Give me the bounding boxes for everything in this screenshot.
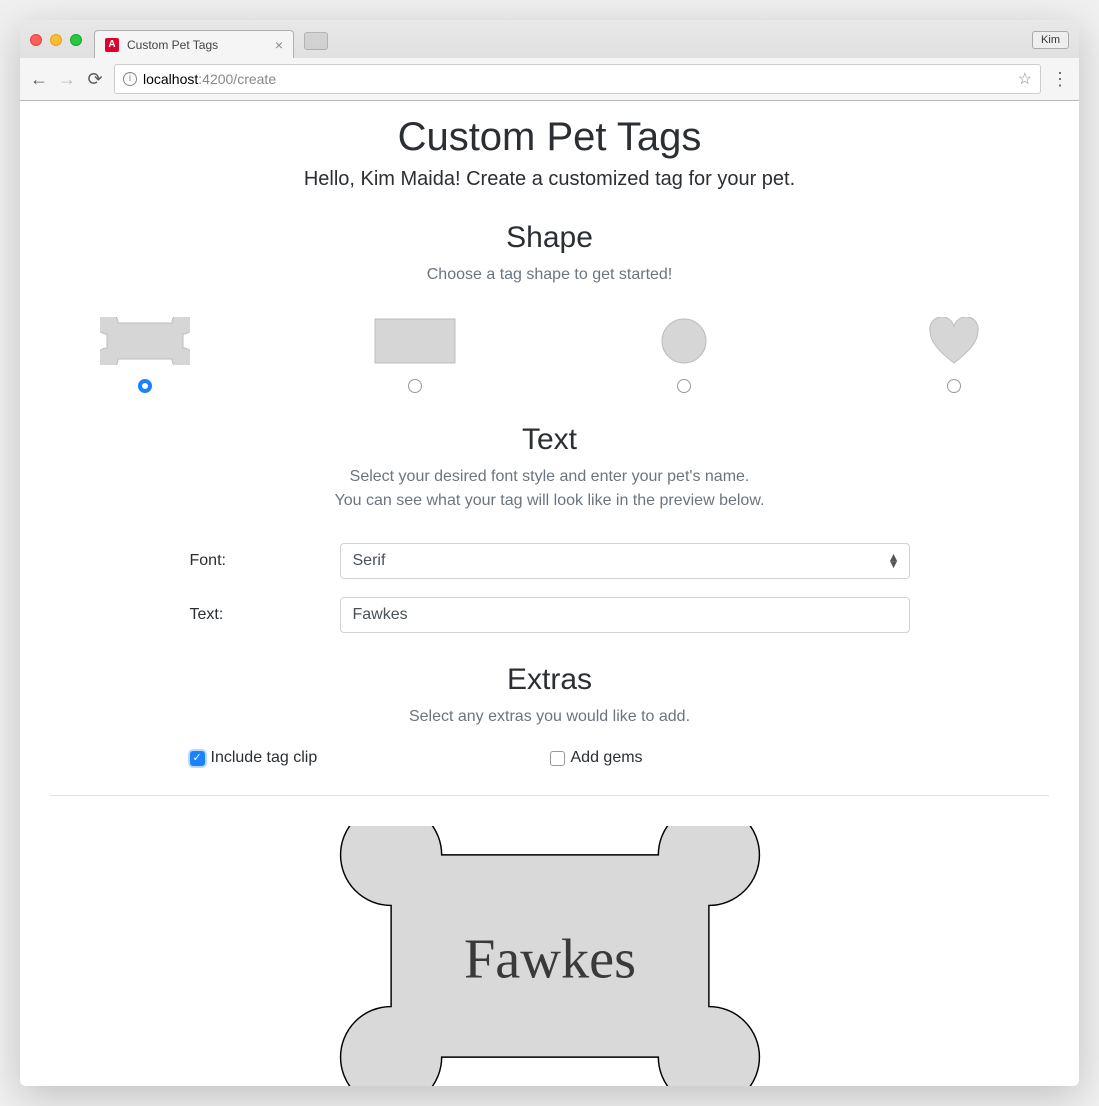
close-tab-icon[interactable]: × xyxy=(275,37,283,53)
shape-radio-circle[interactable] xyxy=(677,379,691,393)
shape-radio-heart[interactable] xyxy=(947,379,961,393)
shape-option-rectangle[interactable] xyxy=(370,317,460,393)
shape-option-circle[interactable] xyxy=(639,317,729,393)
back-button[interactable]: ← xyxy=(30,70,48,88)
shape-section-desc: Choose a tag shape to get started! xyxy=(50,263,1049,287)
font-row: Font: Serif ▲▼ xyxy=(190,543,910,579)
shape-option-bone[interactable] xyxy=(100,317,190,393)
text-desc-line2: You can see what your tag will look like… xyxy=(335,492,765,509)
minimize-window-icon[interactable] xyxy=(50,34,62,46)
text-section-title: Text xyxy=(50,423,1049,457)
font-select[interactable]: Serif xyxy=(340,543,910,579)
address-bar[interactable]: i localhost:4200/create ☆ xyxy=(114,64,1041,94)
tag-preview: Fawkes xyxy=(50,826,1049,1086)
shape-options-row xyxy=(100,317,999,393)
text-label: Text: xyxy=(190,606,340,624)
extra-tag-clip[interactable]: Include tag clip xyxy=(190,749,550,767)
text-section-desc: Select your desired font style and enter… xyxy=(50,465,1049,513)
shape-radio-rectangle[interactable] xyxy=(408,379,422,393)
close-window-icon[interactable] xyxy=(30,34,42,46)
shape-radio-bone[interactable] xyxy=(138,379,152,393)
extra-add-gems[interactable]: Add gems xyxy=(550,749,910,767)
browser-tab[interactable]: Custom Pet Tags × xyxy=(94,30,294,58)
tag-clip-label: Include tag clip xyxy=(211,749,318,767)
browser-toolbar: ← → ⟳ i localhost:4200/create ☆ ⋮ xyxy=(20,58,1079,100)
text-desc-line1: Select your desired font style and enter… xyxy=(350,468,750,485)
site-info-icon[interactable]: i xyxy=(123,72,137,86)
reload-button[interactable]: ⟳ xyxy=(86,70,104,88)
tag-clip-checkbox[interactable] xyxy=(190,751,205,766)
browser-window: Custom Pet Tags × Kim ← → ⟳ i localhost:… xyxy=(20,20,1079,1086)
bone-shape-icon xyxy=(100,317,190,365)
extras-section-title: Extras xyxy=(50,663,1049,697)
pet-name-input[interactable] xyxy=(340,597,910,633)
add-gems-checkbox[interactable] xyxy=(550,751,565,766)
url-host: localhost xyxy=(143,71,198,87)
text-row: Text: xyxy=(190,597,910,633)
page-viewport: Custom Pet Tags Hello, Kim Maida! Create… xyxy=(20,101,1079,1086)
heart-shape-icon xyxy=(909,317,999,365)
url-path: :4200/create xyxy=(198,71,276,87)
shape-option-heart[interactable] xyxy=(909,317,999,393)
window-controls xyxy=(30,34,82,46)
add-gems-label: Add gems xyxy=(571,749,643,767)
shape-section-title: Shape xyxy=(50,221,1049,255)
extras-section-desc: Select any extras you would like to add. xyxy=(50,705,1049,729)
rectangle-shape-icon xyxy=(370,317,460,365)
maximize-window-icon[interactable] xyxy=(70,34,82,46)
tab-title: Custom Pet Tags xyxy=(127,38,218,52)
preview-pet-name: Fawkes xyxy=(463,929,635,991)
text-form: Font: Serif ▲▼ Text: xyxy=(190,543,910,633)
circle-shape-icon xyxy=(639,317,729,365)
url-text: localhost:4200/create xyxy=(143,71,276,87)
tab-bar: Custom Pet Tags × Kim xyxy=(20,20,1079,58)
section-divider xyxy=(50,795,1049,796)
angular-favicon-icon xyxy=(105,38,119,52)
page-title: Custom Pet Tags xyxy=(50,115,1049,160)
forward-button: → xyxy=(58,70,76,88)
new-tab-button[interactable] xyxy=(304,32,328,50)
font-label: Font: xyxy=(190,552,340,570)
browser-chrome: Custom Pet Tags × Kim ← → ⟳ i localhost:… xyxy=(20,20,1079,101)
browser-menu-icon[interactable]: ⋮ xyxy=(1051,70,1069,88)
bookmark-star-icon[interactable]: ☆ xyxy=(1018,69,1032,89)
page-subtitle: Hello, Kim Maida! Create a customized ta… xyxy=(50,168,1049,191)
browser-user-badge[interactable]: Kim xyxy=(1032,31,1069,49)
extras-row: Include tag clip Add gems xyxy=(190,749,910,767)
